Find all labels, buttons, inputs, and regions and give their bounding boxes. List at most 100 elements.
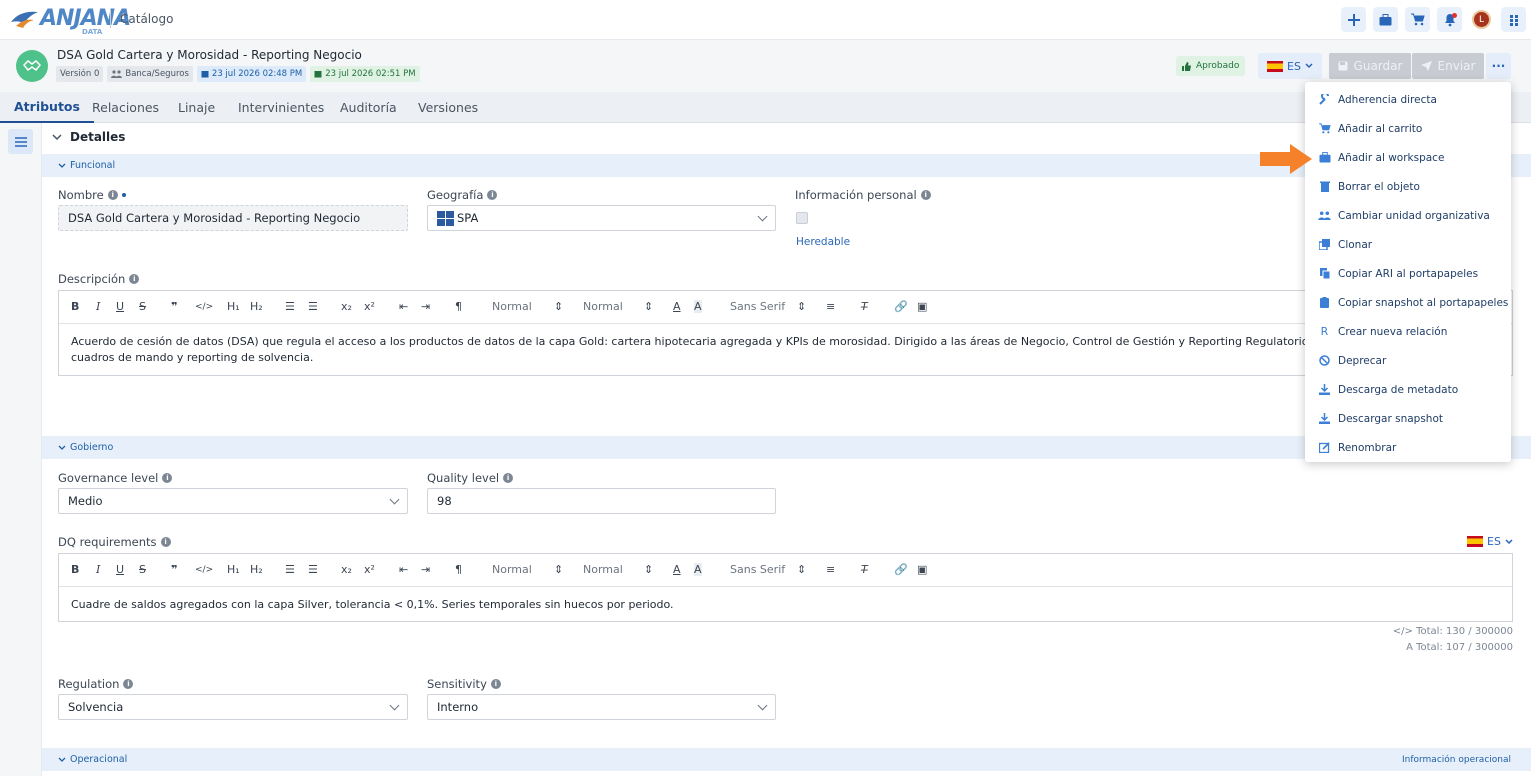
dq-language-selector[interactable]: ES [1467, 535, 1513, 548]
menu-item-download-metadata[interactable]: Descarga de metadato [1305, 375, 1511, 404]
underline-icon[interactable]: U [116, 563, 124, 576]
header-size-select[interactable]: Normal [492, 300, 532, 313]
apps-button[interactable] [1501, 7, 1526, 32]
info-icon[interactable]: i [123, 679, 134, 689]
code-icon[interactable]: </> [195, 565, 213, 575]
add-button[interactable] [1341, 7, 1366, 32]
menu-item-copy-snapshot[interactable]: Copiar snapshot al portapapeles [1305, 288, 1511, 317]
bullet-list-icon[interactable]: ☰ [308, 300, 318, 313]
cart-button[interactable] [1405, 7, 1430, 32]
updown-icon[interactable]: ⇕ [554, 300, 563, 313]
text-size-select[interactable]: Normal [583, 300, 623, 313]
operational-info-link[interactable]: Información operacional [1402, 755, 1511, 765]
indent-icon[interactable]: ⇥ [421, 563, 430, 576]
indent-icon[interactable]: ⇥ [421, 300, 430, 313]
language-selector[interactable]: ES [1258, 53, 1322, 79]
menu-item-add-workspace[interactable]: Añadir al workspace [1305, 143, 1511, 172]
text-size-select[interactable]: Normal [583, 563, 623, 576]
code-icon[interactable]: </> [195, 302, 213, 312]
save-button[interactable]: Guardar [1329, 53, 1411, 79]
heredable-link[interactable]: Heredable [796, 236, 850, 248]
tab-intervinientes[interactable]: Intervinientes [238, 92, 324, 123]
anjana-logo[interactable]: ANJANA DATA [10, 4, 131, 36]
background-color-icon[interactable]: A [694, 563, 702, 576]
descripcion-editor[interactable]: B I U S ❞ </> H₁ H₂ ☰ ☰ x₂ x² ⇤ ⇥ ¶ Norm… [58, 290, 1513, 376]
nombre-field[interactable]: DSA Gold Cartera y Morosidad - Reporting… [58, 205, 408, 231]
dq-editor[interactable]: B I U S ❞ </> H₁ H₂ ☰ ☰ x₂ x² ⇤ ⇥ ¶ Norm… [58, 553, 1513, 622]
menu-item-delete[interactable]: Borrar el objeto [1305, 172, 1511, 201]
subscript-icon[interactable]: x₂ [341, 563, 352, 576]
menu-item-adherencia[interactable]: Adherencia directa [1305, 85, 1511, 114]
user-avatar-button[interactable]: L [1469, 7, 1494, 32]
info-icon[interactable]: i [487, 190, 498, 200]
outdent-icon[interactable]: ⇤ [399, 300, 408, 313]
heading1-icon[interactable]: H₁ [227, 300, 240, 313]
outdent-icon[interactable]: ⇤ [399, 563, 408, 576]
header-size-select[interactable]: Normal [492, 563, 532, 576]
info-icon[interactable]: i [920, 190, 931, 200]
updown-icon[interactable]: ⇕ [554, 563, 563, 576]
menu-item-change-org[interactable]: Cambiar unidad organizativa [1305, 201, 1511, 230]
clear-format-icon[interactable]: T̶ [861, 300, 868, 313]
menu-item-download-snapshot[interactable]: Descargar snapshot [1305, 404, 1511, 433]
updown-icon[interactable]: ⇕ [797, 563, 806, 576]
italic-icon[interactable]: I [96, 300, 100, 313]
quote-icon[interactable]: ❞ [171, 563, 177, 576]
sensitivity-select[interactable]: Interno [427, 694, 776, 720]
more-actions-button[interactable]: ··· [1486, 53, 1511, 79]
governance-select[interactable]: Medio [58, 488, 408, 514]
updown-icon[interactable]: ⇕ [644, 300, 653, 313]
send-button[interactable]: Enviar [1412, 53, 1484, 79]
link-icon[interactable]: 🔗 [894, 300, 908, 313]
info-icon[interactable]: i [162, 473, 173, 483]
direction-icon[interactable]: ¶ [455, 563, 462, 576]
updown-icon[interactable]: ⇕ [797, 300, 806, 313]
tab-auditoria[interactable]: Auditoría [340, 92, 397, 123]
font-select[interactable]: Sans Serif [730, 300, 785, 313]
tab-relaciones[interactable]: Relaciones [92, 92, 159, 123]
image-icon[interactable]: ▣ [917, 563, 927, 576]
notifications-button[interactable] [1437, 7, 1462, 32]
font-select[interactable]: Sans Serif [730, 563, 785, 576]
info-icon[interactable]: i [107, 190, 118, 200]
geografia-select[interactable]: SPA [427, 205, 776, 231]
italic-icon[interactable]: I [96, 563, 100, 576]
text-color-icon[interactable]: A [673, 563, 681, 576]
subscript-icon[interactable]: x₂ [341, 300, 352, 313]
ordered-list-icon[interactable]: ☰ [285, 300, 295, 313]
info-icon[interactable]: i [503, 473, 514, 483]
bold-icon[interactable]: B [71, 563, 79, 576]
image-icon[interactable]: ▣ [917, 300, 927, 313]
tab-versiones[interactable]: Versiones [418, 92, 478, 123]
descripcion-text[interactable]: Acuerdo de cesión de datos (DSA) que reg… [59, 324, 1512, 376]
menu-item-new-relation[interactable]: R Crear nueva relación [1305, 317, 1511, 346]
menu-item-rename[interactable]: Renombrar [1305, 433, 1511, 462]
ordered-list-icon[interactable]: ☰ [285, 563, 295, 576]
link-icon[interactable]: 🔗 [894, 563, 908, 576]
regulation-select[interactable]: Solvencia [58, 694, 408, 720]
superscript-icon[interactable]: x² [364, 563, 375, 576]
info-icon[interactable]: i [160, 537, 171, 547]
superscript-icon[interactable]: x² [364, 300, 375, 313]
strike-icon[interactable]: S [139, 300, 146, 313]
workspace-button[interactable] [1373, 7, 1398, 32]
background-color-icon[interactable]: A [694, 300, 702, 313]
catalog-link[interactable]: Catálogo [120, 12, 173, 26]
info-icon[interactable]: i [490, 679, 501, 689]
quote-icon[interactable]: ❞ [171, 300, 177, 313]
tab-linaje[interactable]: Linaje [178, 92, 215, 123]
bullet-list-icon[interactable]: ☰ [308, 563, 318, 576]
menu-item-copy-ari[interactable]: Copiar ARI al portapapeles [1305, 259, 1511, 288]
underline-icon[interactable]: U [116, 300, 124, 313]
menu-item-clone[interactable]: Clonar [1305, 230, 1511, 259]
text-color-icon[interactable]: A [673, 300, 681, 313]
menu-item-add-cart[interactable]: Añadir al carrito [1305, 114, 1511, 143]
align-icon[interactable]: ≡ [826, 563, 835, 576]
section-nav-button[interactable] [8, 129, 33, 154]
dq-text[interactable]: Cuadre de saldos agregados con la capa S… [59, 587, 1512, 623]
menu-item-deprecate[interactable]: Deprecar [1305, 346, 1511, 375]
updown-icon[interactable]: ⇕ [644, 563, 653, 576]
heading1-icon[interactable]: H₁ [227, 563, 240, 576]
tab-atributos[interactable]: Atributos [0, 92, 94, 123]
info-personal-checkbox[interactable] [796, 212, 808, 224]
